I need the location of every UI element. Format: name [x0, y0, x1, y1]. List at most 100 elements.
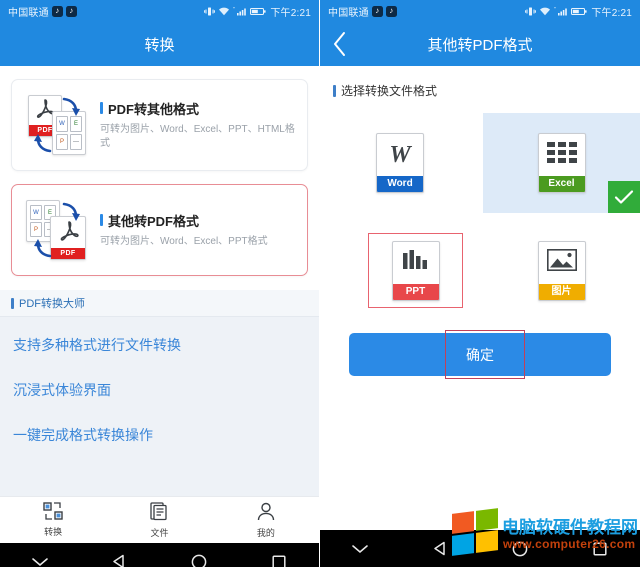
clock-label: 下午2:21: [270, 7, 311, 19]
left-title-bar: 转换: [0, 22, 319, 66]
image-icon: [546, 249, 577, 276]
format-option-ppt[interactable]: PPT: [368, 233, 463, 308]
info-panel-header: PDF转换大师: [0, 290, 319, 317]
right-title-bar: 其他转PDF格式: [320, 22, 640, 66]
wifi-icon: [218, 6, 230, 17]
clock-label-r: 下午2:21: [591, 7, 632, 19]
home-circle-icon[interactable]: [177, 543, 221, 567]
accent-bar-icon-3: [11, 297, 14, 309]
back-triangle-icon-r[interactable]: [418, 530, 462, 567]
svg-text:": ": [233, 7, 235, 13]
dual-screenshot: 中国联通 ♪ ♪ " 下午2:21 转换 PDF W E P — PDF转其他格…: [0, 0, 640, 567]
card-text-1: PDF转其他格式 可转为图片、Word、Excel、PPT、HTML格式: [100, 99, 295, 152]
bottom-tab-bar: 转换 文件 我的: [0, 496, 319, 543]
info-feature-1: 支持多种格式进行文件转换: [13, 337, 181, 353]
status-bar-right: 中国联通 ♪ ♪ " 下午2:21: [320, 0, 640, 22]
carrier-label: 中国联通: [8, 7, 49, 19]
carrier-label-r: 中国联通: [328, 7, 369, 19]
card-title-1: PDF转其他格式: [108, 101, 200, 117]
tab-label-convert: 转换: [44, 527, 63, 537]
svg-text:": ": [554, 7, 556, 13]
status-bar-left: 中国联通 ♪ ♪ " 下午2:21: [0, 0, 319, 22]
format-option-image[interactable]: 图片: [483, 233, 640, 308]
tab-profile[interactable]: 我的: [213, 502, 319, 539]
chevron-down-icon-r[interactable]: [338, 530, 382, 567]
card-pdf-to-other[interactable]: PDF W E P — PDF转其他格式 可转为图片、Word、Excel、PP…: [11, 79, 308, 171]
right-phone-screen: 中国联通 ♪ ♪ " 下午2:21 其他转PDF格式 选择转换文件格式 W Wo…: [320, 0, 640, 567]
other-to-pdf-icon: W E P — PDF: [24, 196, 90, 264]
vibrate-icon: [204, 6, 216, 17]
format-option-word[interactable]: W Word: [320, 113, 480, 213]
word-label: Word: [377, 176, 423, 192]
format-option-excel[interactable]: Excel: [483, 113, 640, 213]
chart-icon: [402, 250, 430, 275]
android-nav-bar-left: [0, 543, 319, 567]
convert-icon: [43, 502, 63, 522]
battery-icon: [250, 6, 267, 17]
tab-label-profile: 我的: [256, 527, 275, 538]
card-title-2: 其他转PDF格式: [108, 213, 200, 229]
format-grid: W Word Excel PPT 图片: [320, 113, 640, 313]
app-badge-1: ♪: [51, 5, 63, 17]
tab-files[interactable]: 文件: [106, 501, 212, 539]
back-chevron-icon[interactable]: [332, 22, 348, 66]
status-left-group: 中国联通 ♪ ♪: [8, 4, 77, 19]
accent-bar-icon-2: [100, 214, 103, 227]
chevron-down-icon[interactable]: [18, 543, 62, 567]
ppt-file-tile: PPT: [391, 240, 440, 301]
info-feature-2: 沉浸式体验界面: [13, 382, 111, 398]
right-body: 选择转换文件格式 W Word Excel PPT 图片 确定 电脑软硬件教程网…: [320, 66, 640, 567]
recents-square-icon[interactable]: [257, 543, 301, 567]
excel-file-tile: Excel: [537, 133, 586, 193]
recents-square-icon-r[interactable]: [578, 530, 622, 567]
card-desc-1: 可转为图片、Word、Excel、PPT、HTML格式: [100, 123, 295, 150]
wifi-icon-r: [539, 6, 551, 17]
android-nav-bar-right: [320, 530, 640, 567]
pdf-to-other-icon: PDF W E P —: [24, 91, 90, 159]
image-glyph-area: [539, 242, 585, 284]
checkmark-icon: [608, 181, 640, 213]
excel-label: Excel: [538, 176, 585, 192]
page-title-left: 转换: [144, 36, 175, 54]
ppt-label: PPT: [392, 283, 439, 300]
confirm-button-wrap: 确定: [349, 330, 611, 379]
word-glyph-area: W: [377, 134, 423, 176]
convert-arrows-icon-2: [34, 202, 80, 258]
word-file-tile: W Word: [376, 133, 424, 193]
section-title-row: 选择转换文件格式: [320, 66, 640, 99]
back-triangle-icon[interactable]: [98, 543, 142, 567]
status-left-group-r: 中国联通 ♪ ♪: [328, 4, 397, 19]
card-text-2: 其他转PDF格式 可转为图片、Word、Excel、PPT格式: [100, 211, 295, 250]
ppt-glyph-area: [393, 242, 439, 284]
app-badge-2-r: ♪: [385, 5, 397, 17]
files-icon: [149, 501, 169, 523]
person-icon: [256, 502, 276, 523]
info-feature-3: 一键完成格式转换操作: [13, 427, 153, 443]
accent-bar-icon: [100, 102, 103, 114]
signal-icon-r: ": [554, 6, 568, 17]
card-other-to-pdf[interactable]: W E P — PDF: [11, 184, 308, 276]
info-feature-list: 支持多种格式进行文件转换 沉浸式体验界面 一键完成格式转换操作: [0, 317, 319, 445]
card-title-row-1: PDF转其他格式: [100, 99, 295, 118]
tab-convert[interactable]: 转换: [0, 502, 106, 538]
status-right-group: " 下午2:21: [204, 4, 311, 19]
battery-icon-r: [571, 6, 588, 17]
accent-bar-icon-4: [333, 84, 336, 97]
signal-icon: ": [233, 6, 247, 17]
annotation-box-confirm: [445, 330, 525, 379]
card-desc-2: 可转为图片、Word、Excel、PPT格式: [100, 235, 268, 247]
app-badge-1-r: ♪: [371, 5, 383, 17]
grid-icon: [546, 141, 577, 169]
confirm-button[interactable]: 确定: [349, 330, 611, 379]
left-phone-screen: 中国联通 ♪ ♪ " 下午2:21 转换 PDF W E P — PDF转其他格…: [0, 0, 320, 567]
left-body: PDF W E P — PDF转其他格式 可转为图片、Word、Excel、PP…: [0, 79, 319, 567]
convert-arrows-icon: [34, 97, 80, 153]
info-heading: PDF转换大师: [19, 298, 85, 310]
vibrate-icon-r: [525, 6, 537, 17]
card-title-row-2: 其他转PDF格式: [100, 211, 295, 230]
image-label: 图片: [538, 283, 585, 300]
excel-glyph-area: [539, 134, 585, 176]
page-title-right: 其他转PDF格式: [427, 36, 533, 54]
home-circle-icon-r[interactable]: [498, 530, 542, 567]
app-badge-2: ♪: [65, 5, 77, 17]
